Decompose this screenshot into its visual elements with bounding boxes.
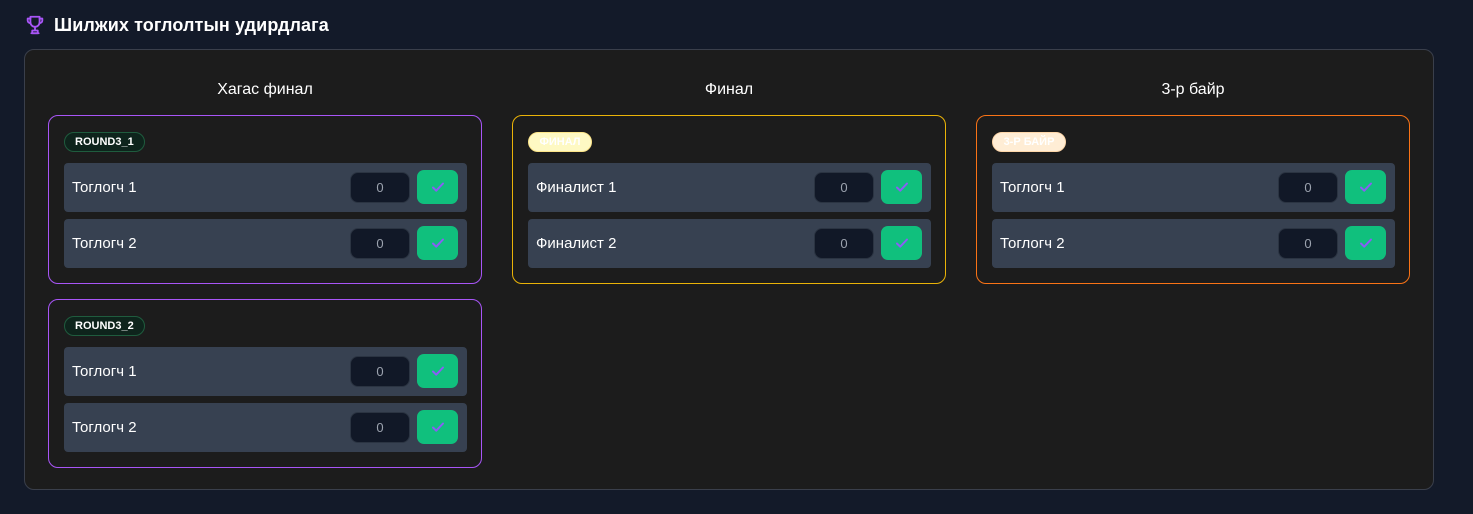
check-icon — [1359, 238, 1372, 248]
check-icon — [895, 238, 908, 248]
confirm-button[interactable] — [1345, 226, 1386, 260]
player-name: Тоглогч 2 — [72, 235, 137, 252]
match-badge: 3-Р БАЙР — [992, 132, 1066, 152]
player-name: Финалист 2 — [536, 235, 617, 252]
column-title: 3-р байр — [1161, 81, 1225, 98]
match-card: 3-Р БАЙР Тоглогч 1 Тоглогч 2 — [976, 115, 1410, 284]
player-row: Финалист 1 — [528, 163, 931, 212]
player-row: Тоглогч 1 — [64, 163, 467, 212]
check-icon — [1359, 182, 1372, 192]
column-title: Финал — [704, 81, 754, 98]
player-row: Тоглогч 1 — [992, 163, 1395, 212]
player-name: Тоглогч 2 — [72, 419, 137, 436]
match-card: ROUND3_1 Тоглогч 1 Тоглогч 2 — [48, 115, 482, 284]
score-input[interactable] — [814, 228, 874, 259]
player-row: Тоглогч 2 — [64, 403, 467, 452]
confirm-button[interactable] — [417, 226, 458, 260]
player-row: Тоглогч 2 — [992, 219, 1395, 268]
player-name: Тоглогч 2 — [1000, 235, 1065, 252]
check-icon — [895, 182, 908, 192]
confirm-button[interactable] — [881, 170, 922, 204]
score-input[interactable] — [814, 172, 874, 203]
player-name: Финалист 1 — [536, 179, 617, 196]
check-icon — [431, 182, 444, 192]
match-badge: ФИНАЛ — [528, 132, 592, 152]
trophy-icon — [24, 14, 46, 36]
confirm-button[interactable] — [881, 226, 922, 260]
score-input[interactable] — [1278, 172, 1338, 203]
page-title: Шилжих тоглолтын удирдлага — [54, 14, 329, 35]
column-title: Хагас финал — [217, 81, 313, 98]
player-name: Тоглогч 1 — [1000, 179, 1065, 196]
bracket-panel: Хагас финал ROUND3_1 Тоглогч 1 Тоглогч 2… — [24, 49, 1434, 490]
match-badge: ROUND3_1 — [64, 132, 145, 152]
score-input[interactable] — [350, 356, 410, 387]
player-row: Тоглогч 2 — [64, 219, 467, 268]
check-icon — [431, 422, 444, 432]
confirm-button[interactable] — [417, 354, 458, 388]
check-icon — [431, 238, 444, 248]
player-name: Тоглогч 1 — [72, 179, 137, 196]
player-name: Тоглогч 1 — [72, 363, 137, 380]
player-row: Финалист 2 — [528, 219, 931, 268]
score-input[interactable] — [350, 228, 410, 259]
confirm-button[interactable] — [417, 410, 458, 444]
match-card: ФИНАЛ Финалист 1 Финалист 2 — [512, 115, 946, 284]
confirm-button[interactable] — [417, 170, 458, 204]
confirm-button[interactable] — [1345, 170, 1386, 204]
match-card: ROUND3_2 Тоглогч 1 Тоглогч 2 — [48, 299, 482, 468]
score-input[interactable] — [350, 412, 410, 443]
page-header: Шилжих тоглолтын удирдлага — [24, 10, 329, 40]
match-badge: ROUND3_2 — [64, 316, 145, 336]
score-input[interactable] — [350, 172, 410, 203]
score-input[interactable] — [1278, 228, 1338, 259]
player-row: Тоглогч 1 — [64, 347, 467, 396]
check-icon — [431, 366, 444, 376]
